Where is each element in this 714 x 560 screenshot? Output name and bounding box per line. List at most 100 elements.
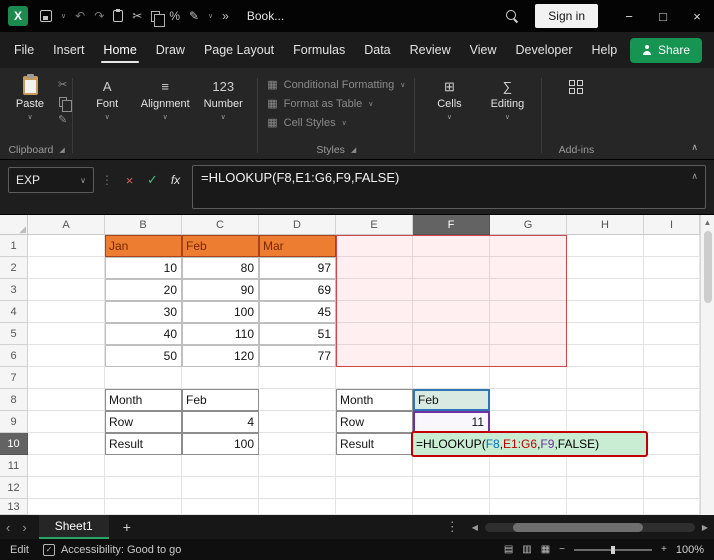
number-group-button[interactable]: 123 Number ∨ [194, 70, 252, 141]
cell-A4[interactable] [28, 301, 105, 323]
ribbon-item-conditional-formatting[interactable]: ▦Conditional Formatting∨ [267, 78, 405, 91]
more-commands-icon[interactable]: » [222, 9, 229, 23]
cell-I5[interactable] [644, 323, 700, 345]
cell-G7[interactable] [490, 367, 567, 389]
cell-A3[interactable] [28, 279, 105, 301]
cell-C8[interactable]: Feb [182, 389, 259, 411]
cell-F9[interactable]: 11 [413, 411, 490, 433]
cell-I8[interactable] [644, 389, 700, 411]
cell-C2[interactable]: 80 [182, 257, 259, 279]
cell-B10[interactable]: Result [105, 433, 182, 455]
row-header-1[interactable]: 1 [0, 235, 28, 257]
cell-G6[interactable] [490, 345, 567, 367]
cell-H11[interactable] [567, 455, 644, 477]
cell-H12[interactable] [567, 477, 644, 499]
cell-A12[interactable] [28, 477, 105, 499]
cell-G13[interactable] [490, 499, 567, 515]
cell-I10[interactable] [644, 433, 700, 455]
cell-C3[interactable]: 90 [182, 279, 259, 301]
search-icon[interactable] [505, 9, 519, 23]
scroll-right-icon[interactable]: ▶ [702, 523, 708, 532]
cell-B11[interactable] [105, 455, 182, 477]
cell-D11[interactable] [259, 455, 336, 477]
scroll-up-icon[interactable]: ▲ [704, 215, 712, 229]
qat-chevron-icon[interactable]: ∨ [208, 12, 213, 20]
cells-group-button[interactable]: ⊞ Cells ∨ [420, 70, 478, 141]
cell-H7[interactable] [567, 367, 644, 389]
menu-tab-page-layout[interactable]: Page Layout [202, 32, 276, 68]
column-header-E[interactable]: E [336, 215, 413, 235]
percent-style-icon[interactable]: % [169, 9, 180, 23]
cell-D5[interactable]: 51 [259, 323, 336, 345]
cancel-icon[interactable]: × [120, 173, 139, 188]
menu-tab-review[interactable]: Review [408, 32, 453, 68]
zoom-slider[interactable] [574, 549, 652, 551]
select-all-corner[interactable]: ◢ [0, 215, 28, 235]
cell-I6[interactable] [644, 345, 700, 367]
cell-F8[interactable]: Feb [413, 389, 490, 411]
row-header-6[interactable]: 6 [0, 345, 28, 367]
cell-A11[interactable] [28, 455, 105, 477]
column-header-G[interactable]: G [490, 215, 567, 235]
cell-B2[interactable]: 10 [105, 257, 182, 279]
cell-I12[interactable] [644, 477, 700, 499]
accessibility-status[interactable]: ✓ Accessibility: Good to go [43, 544, 181, 556]
cell-I11[interactable] [644, 455, 700, 477]
cell-E7[interactable] [336, 367, 413, 389]
cell-E6[interactable] [336, 345, 413, 367]
cell-A13[interactable] [28, 499, 105, 515]
cell-B6[interactable]: 50 [105, 345, 182, 367]
zoom-slider-thumb[interactable] [611, 546, 615, 554]
new-sheet-button[interactable]: + [109, 519, 145, 535]
cell-G9[interactable] [490, 411, 567, 433]
page-layout-view-icon[interactable]: ▥ [522, 544, 531, 555]
cell-A9[interactable] [28, 411, 105, 433]
cell-E8[interactable]: Month [336, 389, 413, 411]
cell-G4[interactable] [490, 301, 567, 323]
cut-qat-icon[interactable]: ✂ [132, 9, 142, 23]
cell-H9[interactable] [567, 411, 644, 433]
sign-in-button[interactable]: Sign in [535, 4, 598, 28]
cell-B4[interactable]: 30 [105, 301, 182, 323]
cell-E9[interactable]: Row [336, 411, 413, 433]
menu-tab-home[interactable]: Home [101, 32, 138, 68]
row-header-7[interactable]: 7 [0, 367, 28, 389]
page-break-view-icon[interactable]: ▦ [541, 544, 550, 555]
enter-icon[interactable]: ✓ [143, 172, 162, 188]
format-painter-qat-icon[interactable]: ✎ [189, 9, 199, 23]
cell-G2[interactable] [490, 257, 567, 279]
maximize-button[interactable]: □ [646, 0, 680, 32]
vertical-scroll-thumb[interactable] [704, 231, 712, 303]
row-header-12[interactable]: 12 [0, 477, 28, 499]
cell-H13[interactable] [567, 499, 644, 515]
cell-F3[interactable] [413, 279, 490, 301]
cell-A5[interactable] [28, 323, 105, 345]
column-header-C[interactable]: C [182, 215, 259, 235]
cell-H1[interactable] [567, 235, 644, 257]
cell-I7[interactable] [644, 367, 700, 389]
cell-D1[interactable]: Mar [259, 235, 336, 257]
zoom-level[interactable]: 100% [676, 544, 704, 556]
cell-A10[interactable] [28, 433, 105, 455]
tab-options-icon[interactable]: ⋮ [440, 519, 465, 535]
column-header-B[interactable]: B [105, 215, 182, 235]
cell-C7[interactable] [182, 367, 259, 389]
cell-E3[interactable] [336, 279, 413, 301]
save-icon[interactable] [40, 10, 52, 22]
addins-button[interactable] [547, 70, 605, 141]
cell-F5[interactable] [413, 323, 490, 345]
menu-tab-developer[interactable]: Developer [514, 32, 575, 68]
cell-F7[interactable] [413, 367, 490, 389]
menu-tab-data[interactable]: Data [362, 32, 392, 68]
column-header-F[interactable]: F [413, 215, 490, 235]
cell-I3[interactable] [644, 279, 700, 301]
collapse-ribbon-icon[interactable]: ∧ [681, 142, 708, 159]
cell-E2[interactable] [336, 257, 413, 279]
cell-C9[interactable]: 4 [182, 411, 259, 433]
copy-qat-icon[interactable] [151, 11, 160, 22]
cell-G1[interactable] [490, 235, 567, 257]
cell-B9[interactable]: Row [105, 411, 182, 433]
row-header-5[interactable]: 5 [0, 323, 28, 345]
font-group-button[interactable]: A Font ∨ [78, 70, 136, 141]
close-button[interactable]: × [680, 0, 714, 32]
